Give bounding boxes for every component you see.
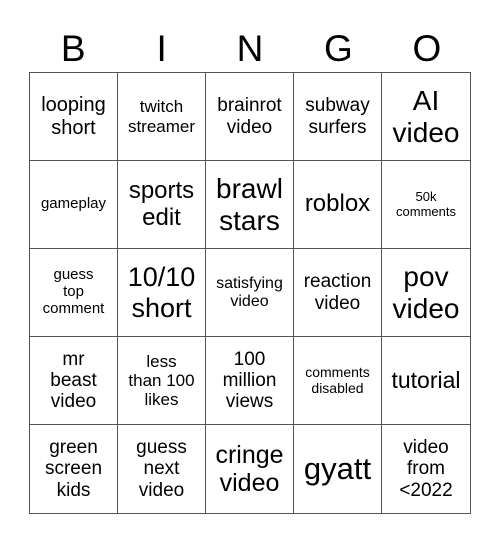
- bingo-grid: looping short twitch streamer brainrot vid…: [29, 72, 471, 514]
- bingo-cell[interactable]: subway surfers: [294, 73, 382, 161]
- bingo-cell[interactable]: brainrot video: [206, 73, 294, 161]
- bingo-cell[interactable]: green screen kids: [30, 425, 118, 513]
- bingo-cell[interactable]: 10/10 short: [118, 249, 206, 337]
- bingo-cell[interactable]: looping short: [30, 73, 118, 161]
- bingo-cell[interactable]: roblox: [294, 161, 382, 249]
- bingo-cell[interactable]: comments disabled: [294, 337, 382, 425]
- bingo-cell[interactable]: gameplay: [30, 161, 118, 249]
- bingo-cell[interactable]: cringe video: [206, 425, 294, 513]
- bingo-cell[interactable]: tutorial: [382, 337, 470, 425]
- bingo-cell[interactable]: satisfying video: [206, 249, 294, 337]
- header-letter-o: O: [412, 28, 442, 69]
- header-letter-b: B: [60, 28, 86, 69]
- bingo-cell[interactable]: brawl stars: [206, 161, 294, 249]
- bingo-cell[interactable]: video from <2022: [382, 425, 470, 513]
- bingo-cell[interactable]: twitch streamer: [118, 73, 206, 161]
- header-letter-n: N: [236, 28, 264, 69]
- bingo-cell[interactable]: pov video: [382, 249, 470, 337]
- bingo-cell[interactable]: guess next video: [118, 425, 206, 513]
- header-letter-i: I: [156, 28, 167, 69]
- bingo-cell[interactable]: mr beast video: [30, 337, 118, 425]
- header-letter-g: G: [324, 28, 353, 69]
- bingo-cell[interactable]: sports edit: [118, 161, 206, 249]
- bingo-cell[interactable]: 100 million views: [206, 337, 294, 425]
- bingo-cell[interactable]: gyatt: [294, 425, 382, 513]
- bingo-cell[interactable]: less than 100 likes: [118, 337, 206, 425]
- bingo-cell[interactable]: reaction video: [294, 249, 382, 337]
- bingo-cell[interactable]: AI video: [382, 73, 470, 161]
- bingo-header: B I N G O: [29, 26, 471, 72]
- bingo-cell[interactable]: 50k comments: [382, 161, 470, 249]
- bingo-cell[interactable]: guess top comment: [30, 249, 118, 337]
